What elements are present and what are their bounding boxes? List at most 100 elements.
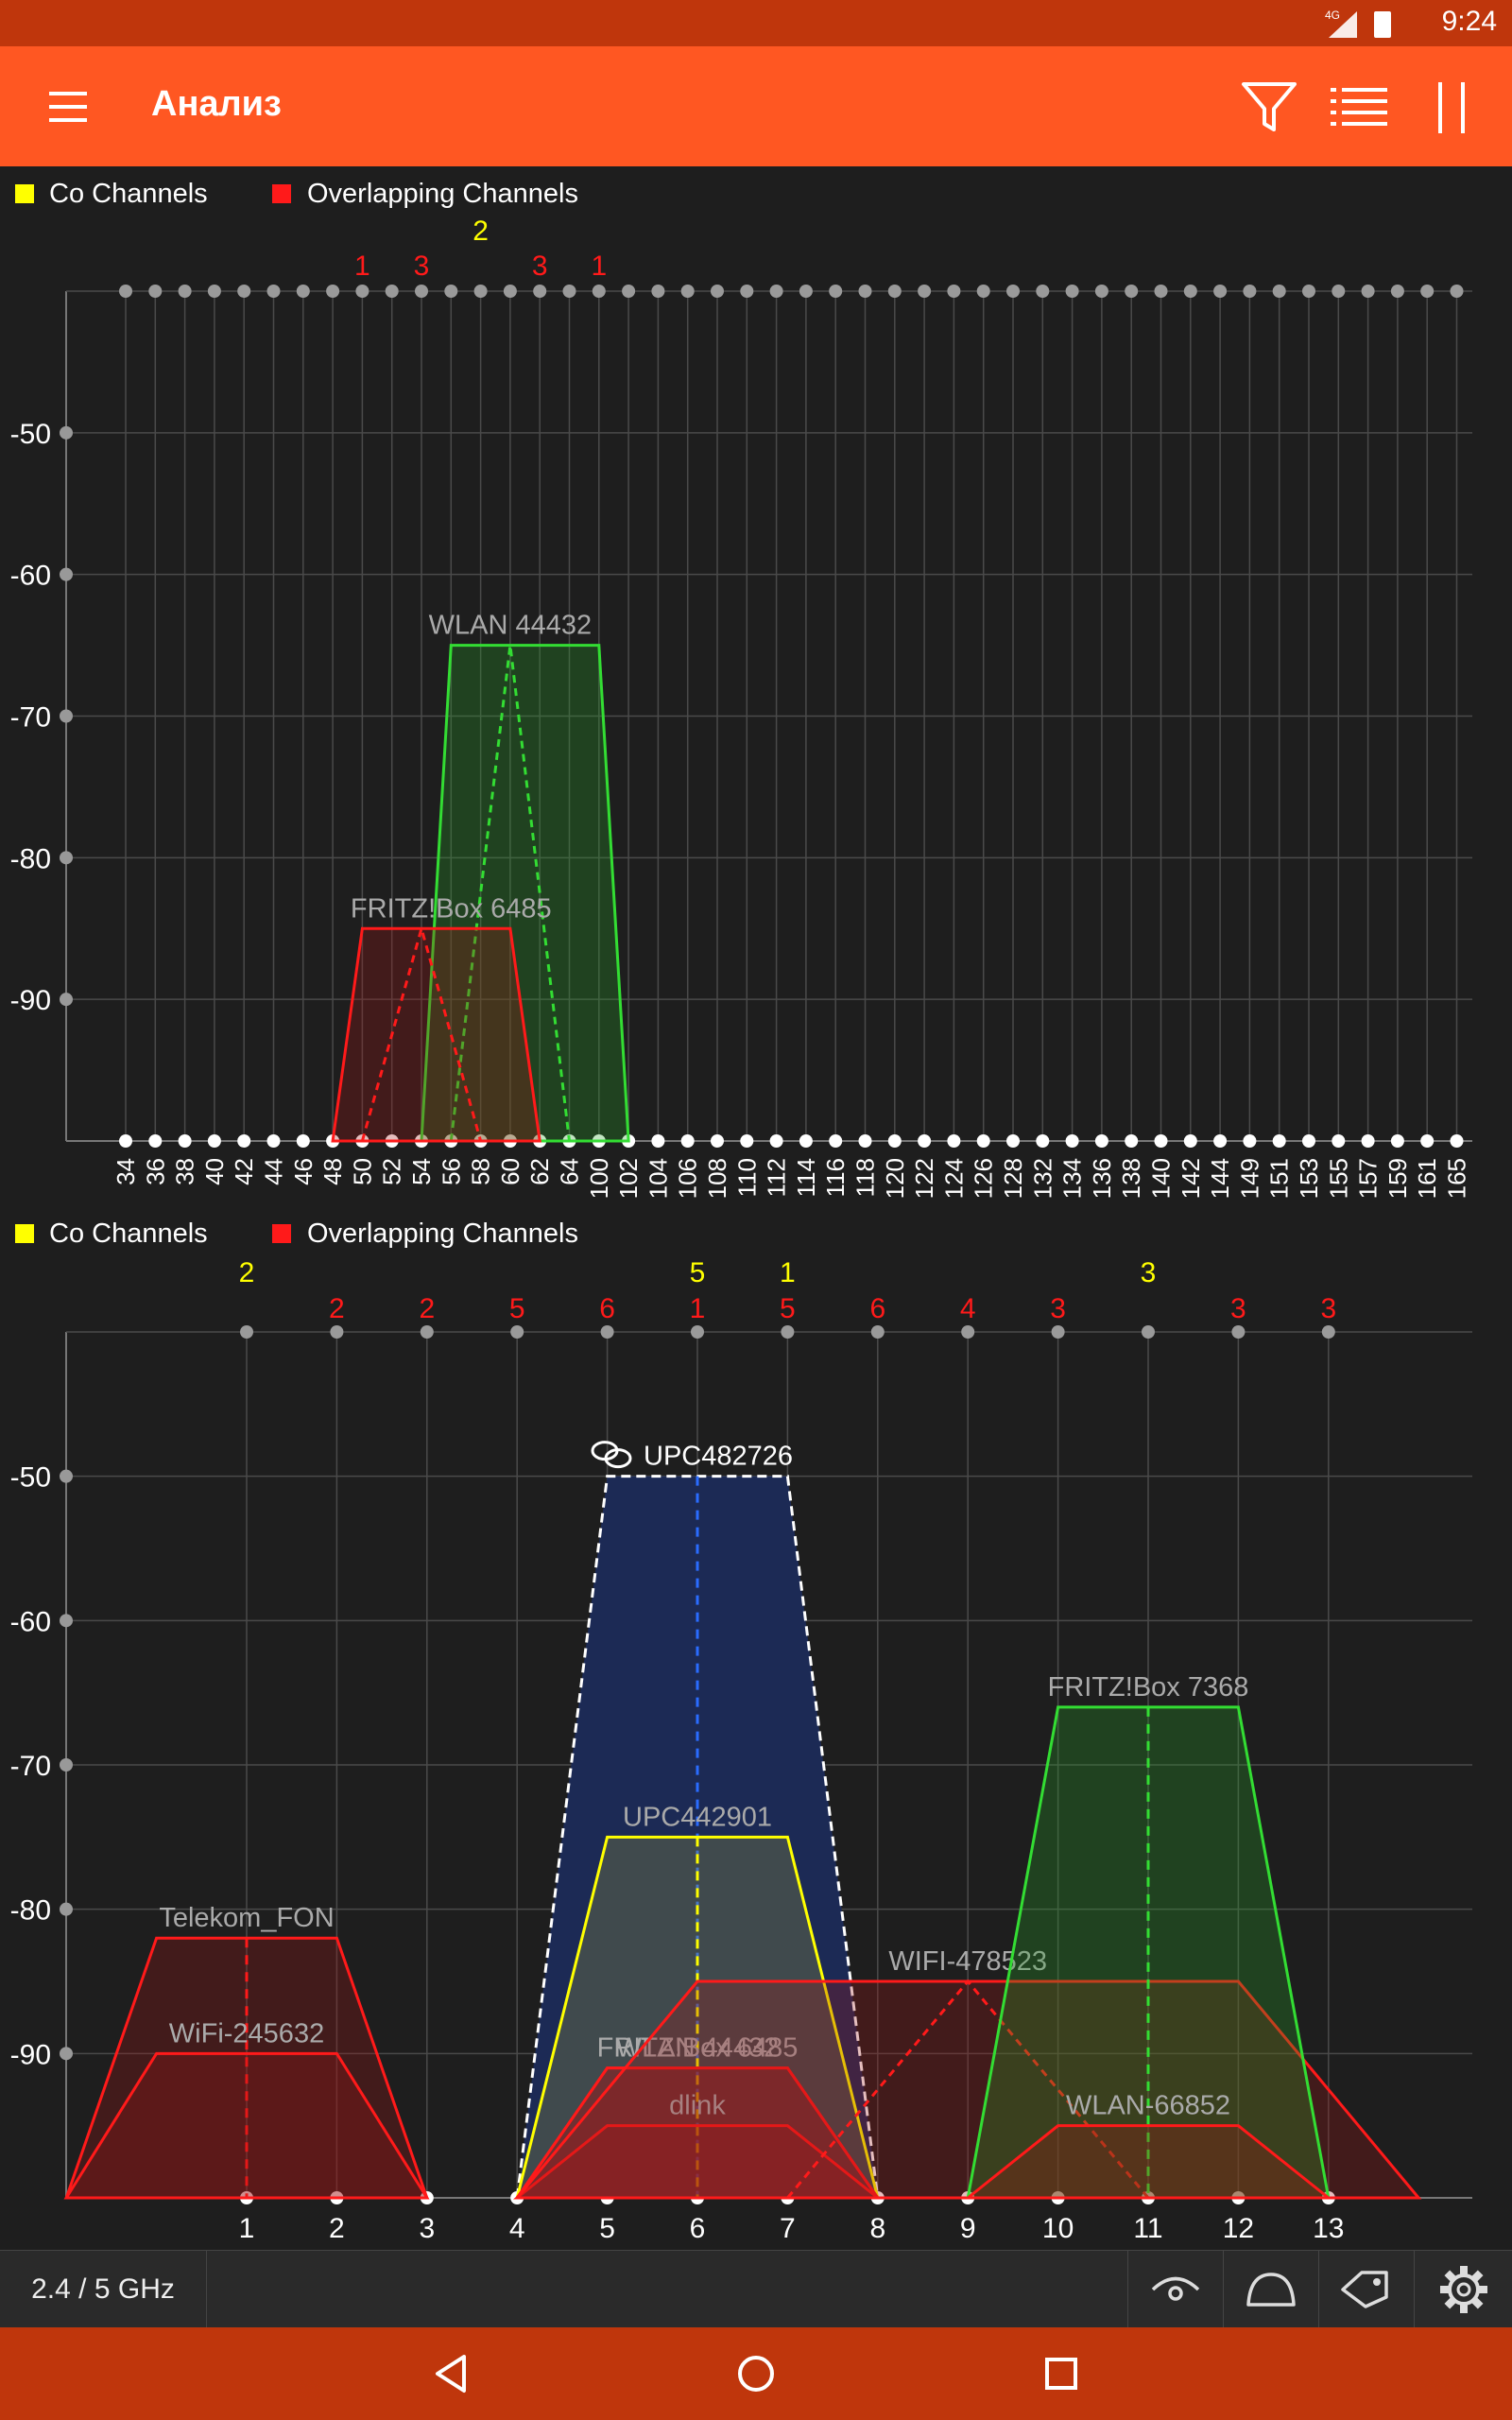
channel-label: 34: [112, 1158, 140, 1185]
y-tick-label: -60: [10, 1606, 51, 1637]
channel-label: 64: [556, 1158, 584, 1185]
channel-top-dot: [1036, 285, 1050, 298]
channel-top-dot: [976, 285, 990, 298]
y-tick-dot: [60, 1469, 73, 1483]
channel-label: 100: [585, 1158, 613, 1199]
status-time: 9:24: [1441, 6, 1497, 37]
channel-bottom-dot: [1390, 1134, 1404, 1148]
legend-co-swatch: [15, 1224, 34, 1243]
list-icon[interactable]: [1331, 84, 1389, 131]
y-tick-dot: [60, 993, 73, 1007]
channel-label: 151: [1265, 1158, 1294, 1199]
page-title: Анализ: [151, 84, 282, 124]
channel-bottom-dot: [976, 1134, 990, 1148]
channel-bottom-dot: [1065, 1134, 1079, 1148]
channel-top-dot: [918, 285, 932, 298]
channel-top-dot: [444, 285, 458, 298]
channel-label: 134: [1058, 1158, 1087, 1199]
channel-count-co: 2: [472, 216, 489, 247]
channel-top-dot: [740, 285, 754, 298]
channel-top-dot: [415, 285, 428, 298]
battery-icon: [1374, 11, 1391, 38]
channel-bottom-dot: [1361, 1134, 1375, 1148]
legend-overlap-label: Overlapping Channels: [307, 1219, 578, 1249]
channel-label: 56: [437, 1158, 465, 1185]
y-tick-dot: [60, 567, 73, 581]
channel-count-overlap: 3: [1230, 1293, 1246, 1324]
system-nav-bar: [0, 2327, 1512, 2420]
channel-top-dot: [1390, 285, 1404, 298]
channel-label: 108: [703, 1158, 731, 1199]
channel-label: 155: [1324, 1158, 1352, 1199]
recents-button[interactable]: [1028, 2341, 1094, 2407]
link-icon: [591, 1441, 632, 1469]
channel-label: 153: [1295, 1158, 1323, 1199]
channel-label: 7: [780, 2213, 796, 2244]
filter-icon[interactable]: [1240, 78, 1298, 135]
legend-co-label: Co Channels: [49, 179, 208, 209]
network-shape: [331, 926, 541, 1143]
channel-top-dot: [1125, 285, 1139, 298]
channel-label: 38: [171, 1158, 199, 1185]
channel-bottom-dot: [829, 1134, 843, 1148]
channel-label: 13: [1313, 2213, 1344, 2244]
tag-icon: [1341, 2271, 1388, 2308]
channel-top-dot: [296, 285, 310, 298]
channel-count-overlap: 6: [599, 1293, 615, 1324]
channel-top-dot: [1154, 285, 1168, 298]
channel-top-dot: [887, 285, 902, 298]
network-ssid-label: Telekom_FON: [159, 1903, 334, 1933]
chart-5ghz-svg: Co Channels Overlapping Channels -50 -60 -70…: [10, 179, 1472, 1199]
channel-label: 122: [910, 1158, 938, 1199]
channel-top-dot: [1243, 285, 1257, 298]
channel-bottom-dot: [651, 1134, 665, 1148]
channel-top-dot: [870, 1325, 885, 1339]
channel-count-co: 5: [690, 1257, 706, 1288]
channel-label: 11: [1133, 2213, 1162, 2244]
band-toggle-button[interactable]: 2.4 / 5 GHz: [0, 2251, 207, 2328]
channel-label: 126: [970, 1158, 998, 1199]
channel-top-dot: [600, 1325, 614, 1339]
channel-bottom-dot: [207, 1134, 221, 1148]
visibility-button[interactable]: [1127, 2251, 1223, 2328]
channel-bottom-dot: [858, 1134, 872, 1148]
network-type: 4G: [1325, 9, 1340, 22]
channel-count-overlap: 2: [419, 1293, 435, 1324]
channel-bottom-dot: [947, 1134, 961, 1148]
back-button[interactable]: [418, 2341, 484, 2407]
tag-button[interactable]: [1318, 2251, 1414, 2328]
channel-count-co: 3: [1141, 1257, 1157, 1288]
graph-style-button[interactable]: [1223, 2251, 1318, 2328]
channel-label: 6: [690, 2213, 706, 2244]
channel-bottom-dot: [887, 1134, 902, 1148]
channel-label: 102: [614, 1158, 643, 1199]
channel-count-overlap: 5: [509, 1293, 525, 1324]
network-ssid-label: UPC442901: [623, 1802, 772, 1832]
channel-label: 136: [1088, 1158, 1116, 1199]
channel-top-dot: [651, 285, 665, 298]
channel-label: 116: [821, 1158, 850, 1197]
eye-icon: [1151, 2276, 1200, 2301]
channel-top-dot: [1332, 285, 1346, 298]
channel-top-dot: [691, 1325, 704, 1339]
menu-icon[interactable]: [47, 88, 89, 126]
channel-label: 3: [419, 2213, 435, 2244]
channel-top-dot: [829, 285, 843, 298]
channel-bottom-dot: [1125, 1134, 1139, 1148]
y-tick-label: -80: [10, 843, 51, 874]
channel-label: 1: [239, 2213, 255, 2244]
pause-icon[interactable]: [1435, 78, 1472, 135]
channel-label: 62: [525, 1158, 554, 1185]
home-button[interactable]: [723, 2341, 789, 2407]
y-tick-label: -70: [10, 702, 51, 734]
channel-label: 10: [1042, 2213, 1074, 2244]
legend-co-swatch: [15, 184, 34, 203]
channel-top-dot: [266, 285, 281, 298]
channel-top-dot: [237, 285, 251, 298]
channel-top-dot: [781, 1325, 795, 1339]
channel-label: 46: [289, 1158, 318, 1185]
settings-button[interactable]: [1414, 2251, 1512, 2328]
dome-icon: [1246, 2273, 1296, 2307]
channel-bottom-dot: [1094, 1134, 1108, 1148]
legend-overlap-swatch: [272, 1224, 291, 1243]
